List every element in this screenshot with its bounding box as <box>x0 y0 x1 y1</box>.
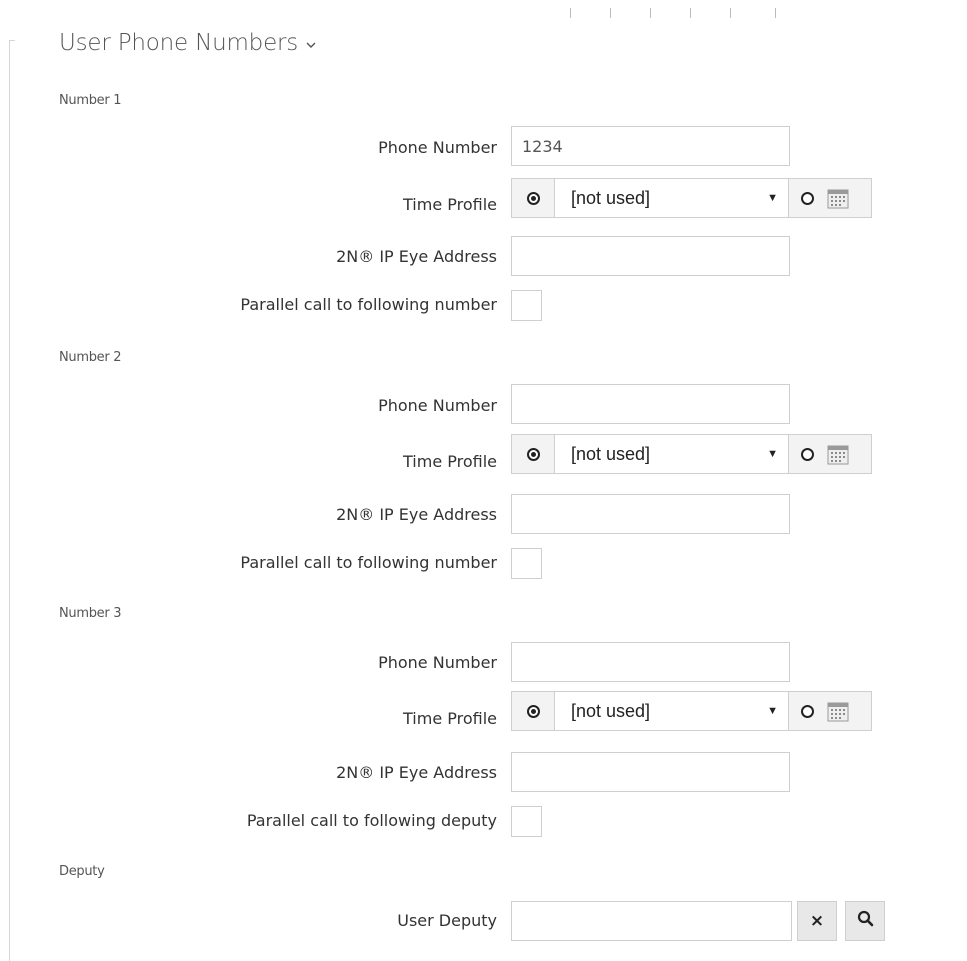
time-profile-control: [not used] ▼ <box>511 178 872 218</box>
ip-eye-address-label: 2N® IP Eye Address <box>336 505 497 524</box>
settings-page: User Phone Numbers Number 1 Phone Number… <box>0 0 967 961</box>
time-profile-value: [not used] <box>571 700 651 721</box>
user-deputy-label: User Deputy <box>397 911 497 930</box>
group-label-deputy: Deputy <box>59 864 105 879</box>
time-profile-custom-radio[interactable] <box>789 692 825 730</box>
time-profile-select-radio[interactable] <box>512 179 555 217</box>
phone-number-input[interactable] <box>511 384 790 424</box>
phone-number-input[interactable] <box>511 642 790 682</box>
parallel-call-deputy-label: Parallel call to following deputy <box>246 811 497 830</box>
parallel-call-checkbox[interactable] <box>511 548 542 579</box>
group-label-number-1: Number 1 <box>59 93 122 108</box>
close-icon: × <box>809 911 825 931</box>
user-deputy-input[interactable] <box>511 901 792 941</box>
time-profile-custom-radio[interactable] <box>789 435 825 473</box>
time-profile-value: [not used] <box>571 187 651 208</box>
phone-number-label: Phone Number <box>378 396 497 415</box>
phone-number-input[interactable] <box>511 126 790 166</box>
time-profile-select[interactable]: [not used] ▼ <box>555 692 789 730</box>
section-header[interactable]: User Phone Numbers <box>59 30 316 56</box>
time-profile-value: [not used] <box>571 443 651 464</box>
time-profile-label: Time Profile <box>403 709 497 728</box>
ip-eye-address-input[interactable] <box>511 752 790 792</box>
ip-eye-address-label: 2N® IP Eye Address <box>336 247 497 266</box>
section-frame-tick <box>9 40 15 41</box>
group-label-number-2: Number 2 <box>59 350 122 365</box>
chevron-down-icon[interactable] <box>306 38 316 52</box>
phone-number-label: Phone Number <box>378 138 497 157</box>
time-profile-label: Time Profile <box>403 452 497 471</box>
dropdown-caret-icon: ▼ <box>767 705 778 717</box>
ip-eye-address-input[interactable] <box>511 236 790 276</box>
calendar-icon[interactable] <box>825 435 871 473</box>
clear-deputy-button[interactable]: × <box>797 901 837 941</box>
parallel-call-label: Parallel call to following number <box>240 553 497 572</box>
time-profile-control: [not used] ▼ <box>511 691 872 731</box>
phone-number-label: Phone Number <box>378 653 497 672</box>
search-icon <box>857 910 874 932</box>
ip-eye-address-label: 2N® IP Eye Address <box>336 763 497 782</box>
time-profile-select-radio[interactable] <box>512 692 555 730</box>
parallel-call-label: Parallel call to following number <box>240 295 497 314</box>
section-frame <box>9 40 10 961</box>
calendar-icon[interactable] <box>825 692 871 730</box>
section-title: User Phone Numbers <box>59 30 299 56</box>
time-profile-select[interactable]: [not used] ▼ <box>555 435 789 473</box>
parallel-call-checkbox[interactable] <box>511 290 542 321</box>
calendar-icon[interactable] <box>825 179 871 217</box>
dropdown-caret-icon: ▼ <box>767 448 778 460</box>
parallel-call-deputy-checkbox[interactable] <box>511 806 542 837</box>
time-profile-label: Time Profile <box>403 195 497 214</box>
time-profile-custom-radio[interactable] <box>789 179 825 217</box>
dropdown-caret-icon: ▼ <box>767 192 778 204</box>
ip-eye-address-input[interactable] <box>511 494 790 534</box>
group-label-number-3: Number 3 <box>59 606 122 621</box>
time-profile-select-radio[interactable] <box>512 435 555 473</box>
time-profile-select[interactable]: [not used] ▼ <box>555 179 789 217</box>
time-profile-control: [not used] ▼ <box>511 434 872 474</box>
search-deputy-button[interactable] <box>845 901 885 941</box>
